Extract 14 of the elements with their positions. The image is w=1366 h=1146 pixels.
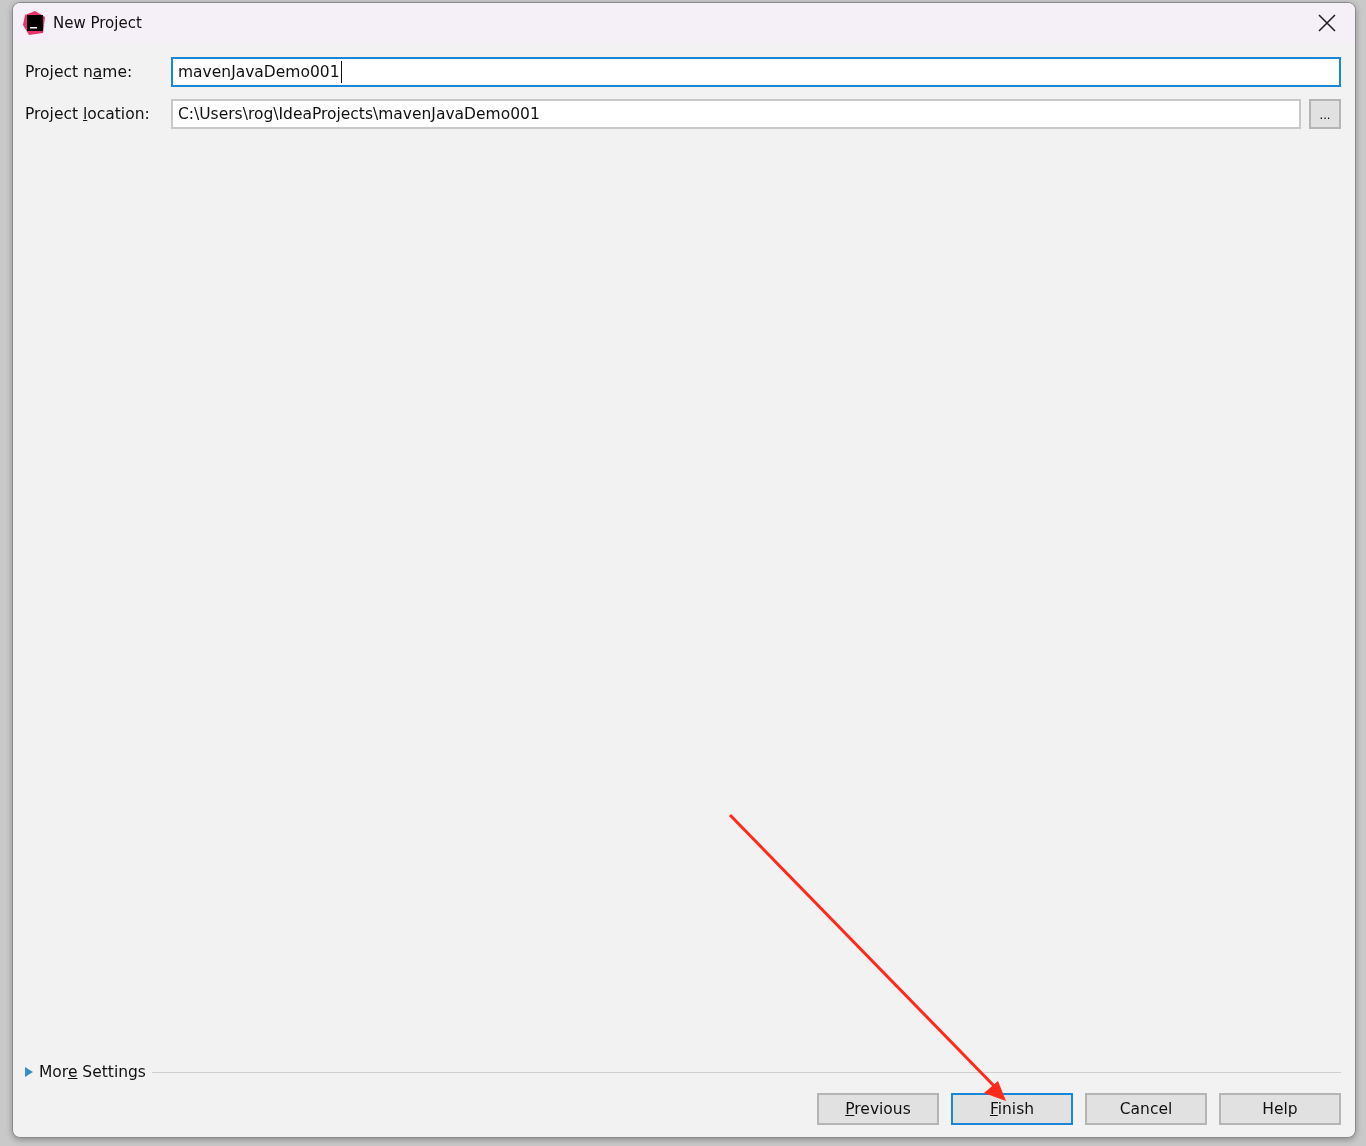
dialog-button[interactable]: Previous (817, 1093, 939, 1125)
dialog-button[interactable]: Cancel (1085, 1093, 1207, 1125)
close-icon (1318, 14, 1336, 32)
browse-button[interactable]: ... (1309, 99, 1341, 129)
triangle-icon (25, 1067, 33, 1077)
field-label: Project location: (25, 105, 151, 123)
text-field[interactable]: C:\Users\rog\IdeaProjects\mavenJavaDemo001 (171, 99, 1301, 129)
more-settings-toggle[interactable]: More Settings (25, 1063, 146, 1081)
field-label: Project name: (25, 63, 134, 81)
window-title: New Project (53, 14, 143, 32)
dialog-button[interactable]: Help (1219, 1093, 1341, 1125)
text-field[interactable]: mavenJavaDemo001 (171, 57, 1341, 87)
app-logo-icon (23, 11, 47, 35)
dialog-button[interactable]: Finish (951, 1093, 1073, 1125)
